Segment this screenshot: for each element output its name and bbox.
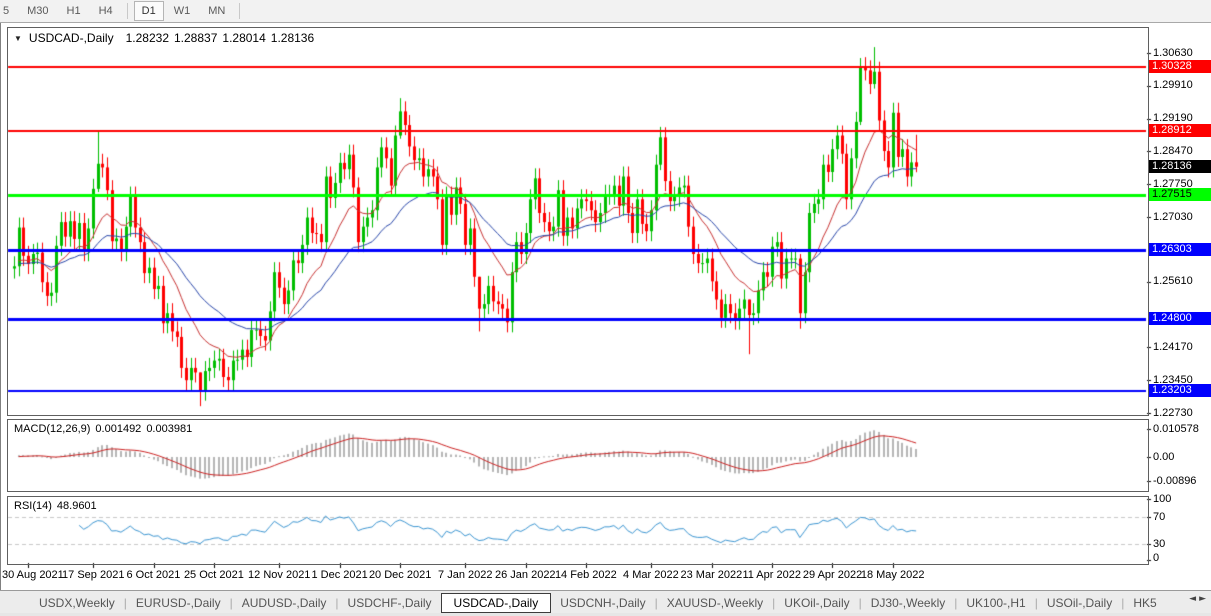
date-axis-label: 1 Dec 2021 [311, 569, 368, 581]
timeframe-toolbar: 5 M30 H1 H4 D1 W1 MN [0, 0, 1211, 23]
rsi-label: RSI(14) 48.9601 [14, 500, 97, 512]
date-axis-label: 18 May 2022 [860, 569, 925, 581]
macd-axis-tick: 0.010578 [1153, 423, 1199, 435]
date-axis-label: 11 Apr 2022 [742, 569, 801, 581]
tab-usdx-weekly[interactable]: USDX,Weekly [30, 593, 124, 613]
timeframe-button-w1[interactable]: W1 [166, 1, 199, 21]
chart-title: ▼ USDCAD-,Daily 1.28232 1.28837 1.28014 1.281… [14, 31, 314, 45]
date-axis-label: 26 Jan 2022 [495, 569, 556, 581]
macd-label: MACD(12,26,9) 0.001492 0.003981 [14, 423, 193, 435]
ohlc-open: 1.28232 [125, 31, 169, 45]
price-axis-tick: 1.22730 [1153, 406, 1193, 419]
date-axis-label: 20 Dec 2021 [368, 569, 432, 581]
price-level-badge: 1.30328 [1149, 59, 1211, 73]
timeframe-button-5[interactable]: 5 [1, 1, 17, 21]
tab-usoil-daily[interactable]: USOil-,Daily [1038, 593, 1121, 613]
price-axis-tick: 1.29190 [1153, 112, 1193, 125]
date-axis-label: 17 Sep 2021 [62, 569, 125, 581]
date-axis-label: 23 Mar 2022 [680, 569, 743, 581]
date-axis-label: 30 Aug 2021 [2, 569, 64, 581]
timeframe-button-h1[interactable]: H1 [59, 1, 89, 21]
rsi-value: 48.9601 [56, 500, 97, 512]
rsi-axis-tick: 0 [1153, 552, 1160, 564]
tab-dj30-weekly[interactable]: DJ30-,Weekly [862, 593, 954, 613]
rsi-axis-tick: 30 [1153, 538, 1166, 551]
timeframe-button-h4[interactable]: H4 [91, 1, 121, 21]
rsi-axis-tick: 70 [1153, 511, 1166, 524]
ohlc-close: 1.28136 [270, 31, 315, 45]
chart-canvas[interactable] [0, 0, 1211, 616]
tab-audusd-daily[interactable]: AUDUSD-,Daily [233, 593, 336, 613]
tab-usdcad-daily[interactable]: USDCAD-,Daily [440, 592, 552, 613]
date-axis-label: 6 Oct 2021 [126, 569, 181, 581]
tab-eurusd-daily[interactable]: EURUSD-,Daily [127, 593, 230, 613]
chart-symbol-label: USDCAD-,Daily [28, 31, 114, 45]
tab-xauusd-weekly[interactable]: XAUUSD-,Weekly [658, 593, 772, 613]
price-axis-tick: 1.30630 [1153, 46, 1193, 59]
date-axis-label: 29 Apr 2022 [802, 569, 863, 581]
price-axis-tick: 1.27030 [1153, 210, 1193, 223]
date-axis-label: 7 Jan 2022 [438, 569, 493, 581]
date-axis-label: 14 Feb 2022 [554, 569, 617, 581]
price-axis-tick: 1.25610 [1153, 275, 1193, 288]
date-axis-label: 25 Oct 2021 [183, 569, 244, 581]
symbol-dropdown-icon[interactable]: ▼ [14, 34, 22, 43]
current-price-badge: 1.28136 [1149, 159, 1211, 173]
rsi-axis-tick: 100 [1153, 493, 1172, 505]
macd-signal-value: 0.003981 [146, 423, 193, 435]
toolbar-separator [239, 3, 241, 19]
price-axis-tick: 1.29910 [1153, 79, 1193, 92]
date-axis-label: 4 Mar 2022 [623, 569, 679, 581]
tab-usdcnh-daily[interactable]: USDCNH-,Daily [551, 593, 654, 613]
window-left-border [0, 23, 1, 613]
timeframe-button-d1[interactable]: D1 [133, 1, 164, 21]
price-axis-tick: 1.24170 [1153, 340, 1193, 353]
tab-hk5[interactable]: HK5 [1124, 593, 1165, 613]
price-level-badge: 1.28912 [1149, 124, 1211, 138]
trading-terminal-window: 5 M30 H1 H4 D1 W1 MN ▼ USDCAD-,Daily 1.28232 1.28… [0, 0, 1211, 616]
price-level-badge: 1.23203 [1149, 384, 1211, 398]
tab-scroll-left-icon[interactable]: ◄ [1189, 594, 1199, 604]
tab-uk100-h1[interactable]: UK100-,H1 [957, 593, 1034, 613]
timeframe-button-m30[interactable]: M30 [19, 1, 56, 21]
toolbar-separator [126, 3, 128, 19]
macd-axis-tick: -0.00896 [1153, 474, 1197, 487]
date-axis-label: 12 Nov 2021 [248, 569, 311, 581]
tab-usdchf-daily[interactable]: USDCHF-,Daily [339, 593, 441, 613]
tab-scroll-right-icon[interactable]: ► [1199, 594, 1209, 604]
ohlc-high: 1.28837 [174, 31, 218, 45]
price-level-badge: 1.26303 [1149, 243, 1211, 257]
tab-ukoil-daily[interactable]: UKOil-,Daily [775, 593, 858, 613]
timeframe-button-mn[interactable]: MN [200, 1, 233, 21]
price-level-badge: 1.27515 [1149, 187, 1211, 201]
symbol-tab-bar: USDX,Weekly | EURUSD-,Daily | AUDUSD-,Daily |… [0, 590, 1211, 614]
macd-axis-tick: 0.00 [1153, 451, 1175, 463]
price-axis-tick: 1.28470 [1153, 144, 1193, 157]
ohlc-low: 1.28014 [222, 31, 266, 45]
macd-main-value: 0.001492 [95, 423, 142, 435]
price-level-badge: 1.24800 [1149, 311, 1211, 325]
